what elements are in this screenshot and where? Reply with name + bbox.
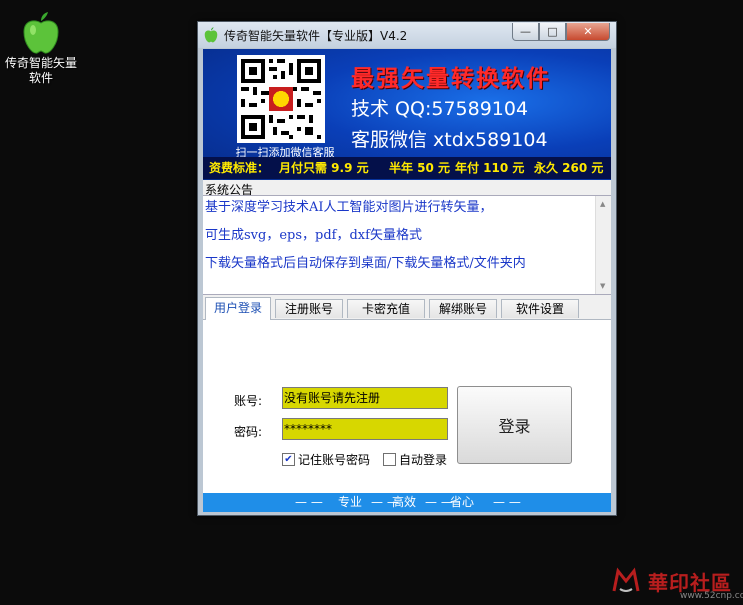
login-panel: 账号: 没有账号请先注册 密码: ******** 登录 ✔ 记住账号密码 自动… <box>203 320 611 493</box>
ad-banner: 扫一扫添加微信客服 最强矢量转换软件 技术 QQ:57589104 客服微信 x… <box>203 49 611 180</box>
close-button[interactable]: ✕ <box>566 23 610 41</box>
scroll-down-icon[interactable]: ▼ <box>600 282 605 290</box>
green-apple-icon <box>22 12 60 54</box>
notice-line: 基于深度学习技术AI人工智能对图片进行转矢量， <box>205 200 493 215</box>
app-apple-icon <box>204 27 218 43</box>
notice-line: 下载矢量格式后自动保存到桌面/下载矢量格式/文件夹内 <box>205 256 526 271</box>
footer-dash: — — <box>425 495 453 509</box>
footer-word-worry-free: 省心 <box>450 495 475 509</box>
account-input[interactable]: 没有账号请先注册 <box>282 387 448 409</box>
banner-wechat-line: 客服微信 xtdx589104 <box>351 129 548 151</box>
watermark-logo-icon <box>612 567 640 592</box>
slogan-footer: — — 专业 — — 高效 — — 省心 — — <box>203 493 611 512</box>
notice-scrollbar[interactable]: ▲ ▼ <box>595 196 611 294</box>
checkbox-unchecked-icon[interactable] <box>383 453 396 466</box>
maximize-button[interactable]: □ <box>539 23 566 41</box>
remember-checkbox[interactable]: ✔ 记住账号密码 <box>282 451 370 468</box>
app-window: 传奇智能矢量软件【专业版】V4.2 — □ ✕ 扫一扫添加微信客服 最强矢量转换… <box>197 21 617 516</box>
qr-code-icon <box>237 55 325 143</box>
tab-register[interactable]: 注册账号 <box>275 299 343 318</box>
price-bar: 资费标准： 月付只需 9.9 元 半年 50 元 年付 110 元 永久 260… <box>203 157 611 179</box>
tab-settings[interactable]: 软件设置 <box>501 299 579 318</box>
footer-word-efficient: 高效 <box>392 495 417 509</box>
price-forever: 永久 260 元 <box>534 161 604 175</box>
tab-user-login[interactable]: 用户登录 <box>205 297 271 320</box>
banner-headline: 最强矢量转换软件 <box>351 66 551 92</box>
remember-label: 记住账号密码 <box>298 453 371 467</box>
auto-login-label: 自动登录 <box>399 453 448 467</box>
tab-card-recharge[interactable]: 卡密充值 <box>347 299 425 318</box>
price-half-year: 半年 50 元 <box>389 161 451 175</box>
price-yearly: 年付 110 元 <box>455 161 525 175</box>
checkbox-checked-icon[interactable]: ✔ <box>282 453 295 466</box>
minimize-button[interactable]: — <box>512 23 539 41</box>
scroll-up-icon[interactable]: ▲ <box>600 200 605 208</box>
footer-dash: — — <box>493 495 521 509</box>
tab-unbind-account[interactable]: 解绑账号 <box>429 299 497 318</box>
password-input[interactable]: ******** <box>282 418 448 440</box>
caption-buttons: — □ ✕ <box>512 23 610 41</box>
auto-login-checkbox[interactable]: 自动登录 <box>383 451 447 468</box>
title-bar[interactable]: 传奇智能矢量软件【专业版】V4.2 — □ ✕ <box>198 22 616 48</box>
desktop-shortcut-label: 传奇智能矢量 软件 <box>4 56 77 85</box>
login-button[interactable]: 登录 <box>457 386 572 464</box>
window-title: 传奇智能矢量软件【专业版】V4.2 <box>224 29 408 43</box>
notice-line: 可生成svg，eps，pdf，dxf矢量格式 <box>205 228 422 243</box>
footer-word-professional: 专业 <box>338 495 363 509</box>
account-label: 账号: <box>234 394 263 408</box>
watermark: 華印社區 www.52cnp.com <box>612 565 743 605</box>
notice-textarea[interactable]: 基于深度学习技术AI人工智能对图片进行转矢量， 可生成svg，eps，pdf，d… <box>203 195 611 295</box>
price-monthly: 月付只需 9.9 元 <box>279 161 369 175</box>
tab-strip: 用户登录 注册账号 卡密充值 解绑账号 软件设置 <box>203 297 611 320</box>
footer-dash: — — <box>295 495 323 509</box>
banner-qq-line: 技术 QQ:57589104 <box>351 98 529 120</box>
client-area: 扫一扫添加微信客服 最强矢量转换软件 技术 QQ:57589104 客服微信 x… <box>203 49 611 512</box>
price-label: 资费标准： <box>209 161 270 175</box>
password-label: 密码: <box>234 425 263 439</box>
watermark-url: www.52cnp.com <box>680 591 743 601</box>
desktop-shortcut[interactable]: 传奇智能矢量 软件 <box>0 8 82 86</box>
